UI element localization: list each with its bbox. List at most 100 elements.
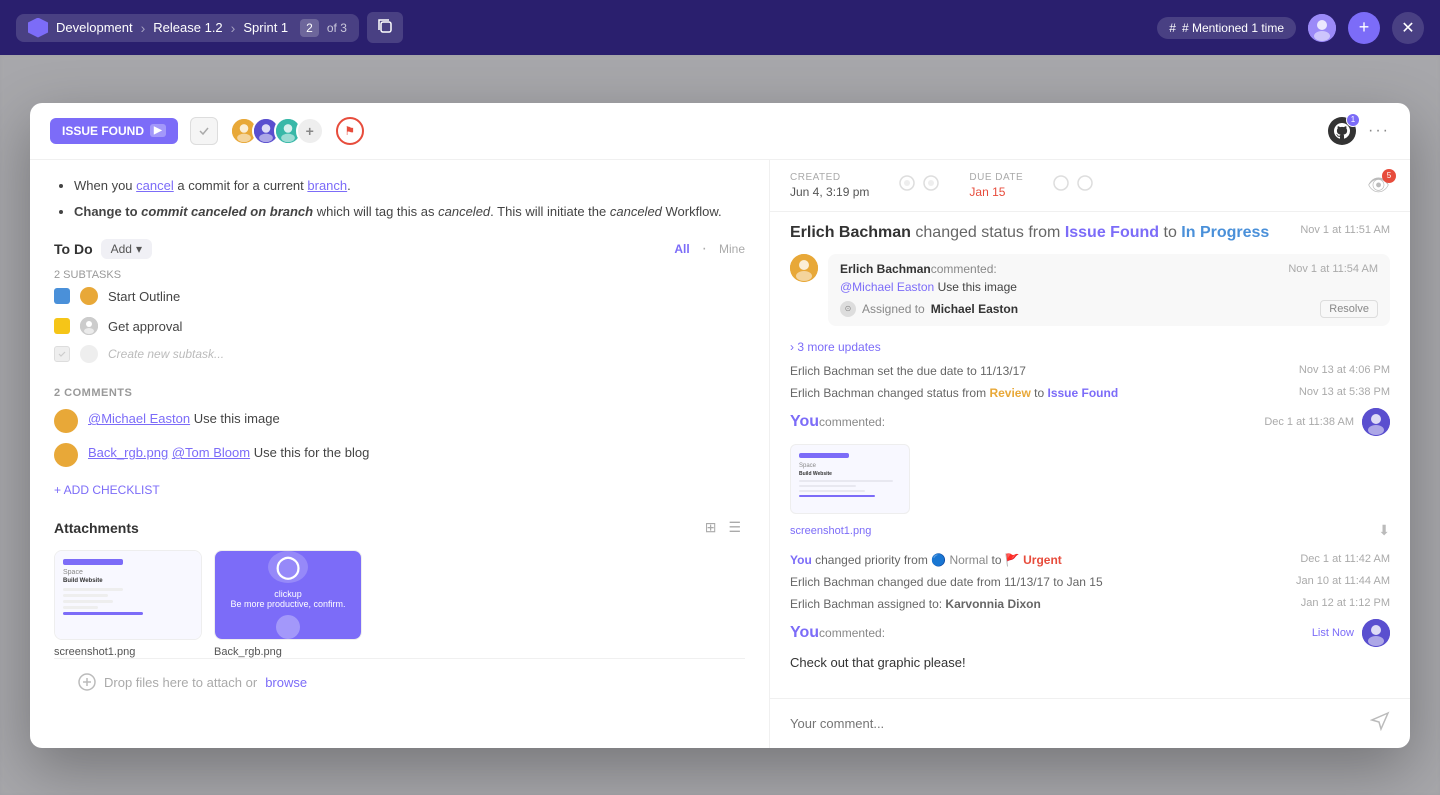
assignment-row: ⊙ Assigned to Michael Easton Resolve	[840, 300, 1378, 318]
erlich-avatar	[790, 254, 818, 282]
sprint-name[interactable]: Sprint 1	[243, 20, 288, 35]
you-comment-1: You commented: Dec 1 at 11:38 AM	[790, 408, 1390, 539]
send-comment-button[interactable]	[1370, 711, 1390, 736]
you-comment-2: You commented: List Now	[790, 619, 1390, 672]
subtask-1-label: Start Outline	[108, 289, 180, 304]
due-calendar-button[interactable]	[1077, 175, 1093, 196]
comments-section: 2 COMMENTS @Michael Easton Use this imag…	[54, 387, 745, 467]
cancel-link[interactable]: cancel	[136, 178, 174, 193]
subtask-1[interactable]: Start Outline	[54, 281, 745, 311]
create-subtask-row[interactable]: Create new subtask...	[54, 341, 745, 367]
preview-bar	[63, 559, 123, 565]
copy-link-button[interactable]	[367, 12, 403, 43]
clickup-logo: ◯	[268, 551, 308, 583]
left-panel: When you cancel a commit for a current b…	[30, 160, 770, 748]
grid-view-button[interactable]: ⊞	[701, 517, 721, 538]
comment-2-text: Use this for the blog	[254, 445, 370, 460]
comment-2-mention[interactable]: @Tom Bloom	[172, 445, 250, 460]
subtask-count: 2 SUBTASKS	[54, 269, 745, 281]
release-name[interactable]: Release 1.2	[153, 20, 222, 35]
add-subtask-button[interactable]: Add ▾	[101, 239, 152, 259]
feed-ss-lines: Space Build Website	[799, 463, 893, 500]
watchers-badge[interactable]: 👁 5	[1367, 175, 1390, 196]
add-assignee-button[interactable]: +	[296, 117, 324, 145]
download-icon[interactable]: ⬇	[1378, 522, 1390, 539]
due-value: Jan 15	[969, 185, 1023, 199]
due-label: DUE DATE	[969, 172, 1023, 183]
status-label: ISSUE FOUND	[62, 124, 144, 138]
github-button[interactable]: 1	[1328, 117, 1356, 145]
workspace-icon	[28, 18, 48, 38]
mentioned-label: # Mentioned 1 time	[1182, 21, 1284, 35]
comment-input-area	[770, 698, 1410, 748]
drop-text: Drop files here to attach or	[104, 675, 257, 690]
feed-ss-bar	[799, 453, 849, 458]
nav-right: # # Mentioned 1 time + ✕	[1157, 12, 1424, 44]
complete-button[interactable]	[190, 117, 218, 145]
page-indicator: of 3	[327, 21, 347, 35]
description-text: When you cancel a commit for a current b…	[54, 176, 745, 224]
mentioned-badge[interactable]: # # Mentioned 1 time	[1157, 17, 1296, 39]
subtask-1-avatar	[80, 287, 98, 305]
attachment-2-thumb: ◯ clickupBe more productive, confirm.	[214, 550, 362, 640]
created-options-button[interactable]	[923, 175, 939, 196]
issue-status-button[interactable]: ISSUE FOUND ▶	[50, 118, 178, 144]
created-edit-button[interactable]	[899, 175, 915, 196]
drop-zone[interactable]: Drop files here to attach or browse	[54, 658, 745, 705]
you-comment-2-text: Check out that graphic please!	[790, 653, 1390, 672]
due-edit-button[interactable]	[1053, 175, 1069, 196]
more-updates-button[interactable]: › 3 more updates	[790, 340, 1390, 354]
comment-input[interactable]	[790, 716, 1360, 731]
list-now-link[interactable]: List Now	[1312, 627, 1354, 639]
activity-status-2-time: Nov 13 at 5:38 PM	[1299, 386, 1390, 400]
top-navigation: Development › Release 1.2 › Sprint 1 2 o…	[0, 0, 1440, 55]
comment-2-body: Back_rgb.png @Tom Bloom Use this for the…	[88, 443, 369, 467]
add-checklist-button[interactable]: + ADD CHECKLIST	[54, 483, 745, 497]
workspace-name[interactable]: Development	[56, 20, 133, 35]
erlich-comment-time: Nov 1 at 11:54 AM	[1288, 263, 1378, 275]
subtask-1-checkbox[interactable]	[54, 288, 70, 304]
feed-screenshot-1-name[interactable]: screenshot1.png	[790, 525, 871, 537]
comment-2: Back_rgb.png @Tom Bloom Use this for the…	[54, 443, 745, 467]
attachment-2-name: Back_rgb.png	[214, 646, 362, 658]
list-view-button[interactable]: ☰	[724, 517, 745, 538]
more-options-button[interactable]: ···	[1368, 122, 1390, 140]
filter-mine[interactable]: Mine	[719, 242, 745, 256]
filter-all[interactable]: All	[674, 242, 689, 256]
activity-due-date-2: Erlich Bachman changed due date from 11/…	[790, 575, 1390, 589]
attachments-title: Attachments	[54, 520, 139, 536]
subtask-2-checkbox[interactable]	[54, 318, 70, 334]
feed-screenshot-1[interactable]: Space Build Website	[790, 444, 910, 514]
created-icons	[899, 175, 939, 196]
branch-link[interactable]: branch	[307, 178, 347, 193]
subtask-2[interactable]: Get approval	[54, 311, 745, 341]
github-notification-count: 1	[1346, 113, 1360, 127]
comment-1-body: @Michael Easton Use this image	[88, 409, 280, 433]
create-subtask-label[interactable]: Create new subtask...	[108, 347, 224, 361]
comment-2-file[interactable]: Back_rgb.png	[88, 445, 168, 460]
you-comment-1-time: Dec 1 at 11:38 AM	[1264, 416, 1354, 428]
comment-1-avatar	[54, 409, 78, 433]
close-nav-button[interactable]: ✕	[1392, 12, 1424, 44]
add-button[interactable]: +	[1348, 12, 1380, 44]
attachment-1-thumb: Space Build Website	[54, 550, 202, 640]
activity-due-date-1: Erlich Bachman set the due date to 11/13…	[790, 364, 1390, 378]
attachments-header: Attachments ⊞ ☰	[54, 517, 745, 538]
activity-feed: Erlich Bachman changed status from Issue…	[770, 212, 1410, 698]
you-avatar-1	[1362, 408, 1390, 436]
assignee-avatars[interactable]: +	[230, 117, 324, 145]
erlich-name: Erlich Bachman	[840, 262, 931, 276]
you-avatar-2	[1362, 619, 1390, 647]
erlich-comment-header: Erlich Bachman commented: Nov 1 at 11:54…	[840, 262, 1378, 276]
priority-flag-urgent[interactable]: ⚑	[336, 117, 364, 145]
comment-1-author[interactable]: @Michael Easton	[88, 411, 190, 426]
attachment-1[interactable]: Space Build Website	[54, 550, 202, 658]
hash-icon: #	[1169, 21, 1176, 35]
attachment-2[interactable]: ◯ clickupBe more productive, confirm. Ba…	[214, 550, 362, 658]
subtask-2-label: Get approval	[108, 319, 182, 334]
view-toggle: ⊞ ☰	[701, 517, 745, 538]
resolve-button[interactable]: Resolve	[1320, 300, 1378, 318]
breadcrumb[interactable]: Development › Release 1.2 › Sprint 1 2 o…	[16, 14, 359, 42]
browse-link[interactable]: browse	[265, 675, 307, 690]
due-icons	[1053, 175, 1093, 196]
